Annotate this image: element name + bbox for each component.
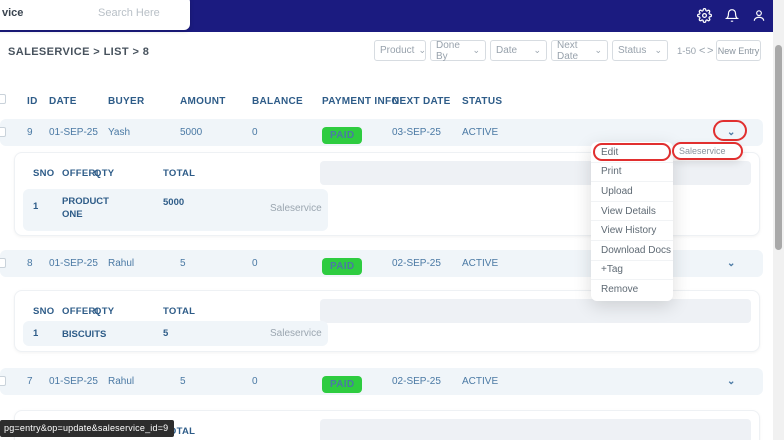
sub-col-qty: QTY	[94, 306, 115, 317]
menu-item-remove[interactable]: Remove	[591, 280, 673, 300]
col-header-balance: BALANCE	[252, 96, 303, 107]
status-badge: PAID	[322, 258, 363, 275]
filter-status-select[interactable]: Status ⌄	[612, 40, 668, 61]
cell-amount: 5000	[180, 127, 203, 138]
search-bar[interactable]: vice Search Here	[0, 0, 190, 30]
sub-cell-sno: 1	[33, 201, 39, 212]
menu-item-view-details[interactable]: View Details	[591, 202, 673, 222]
scrollbar-thumb[interactable]	[775, 45, 782, 250]
cell-id: 7	[27, 376, 33, 387]
cell-date: 01-SEP-25	[49, 258, 98, 269]
sub-col-sno: SNO	[33, 168, 55, 179]
status-badge: PAID	[322, 127, 363, 144]
col-header-status: STATUS	[462, 96, 503, 107]
pagination-next-icon[interactable]: >	[707, 45, 713, 57]
sub-table-row: 1 BISCUITS 5 Saleservice	[23, 321, 328, 346]
annotation-oval-chevron	[713, 120, 747, 141]
cell-date: 01-SEP-25	[49, 127, 98, 138]
pagination-range: 1-50	[677, 46, 697, 57]
subtable-header-band	[320, 161, 751, 185]
cell-amount: 5	[180, 258, 186, 269]
cell-id: 8	[27, 258, 33, 269]
cell-next-date: 02-SEP-25	[392, 258, 441, 269]
sub-cell-offeri: PRODUCT ONE	[62, 196, 109, 220]
filter-date-select[interactable]: Date ⌄	[490, 40, 547, 61]
menu-item-print[interactable]: Print	[591, 163, 673, 183]
cell-buyer: Rahul	[108, 376, 135, 387]
filter-nextdate-label: Next Date	[557, 39, 579, 62]
pagination-prev-icon[interactable]: <	[699, 45, 705, 57]
sub-col-sno: SNO	[33, 306, 55, 317]
cell-balance: 0	[252, 376, 258, 387]
sub-col-qty: QTY	[94, 168, 115, 179]
sub-table-row: 1 PRODUCT ONE 5000 Saleservice	[23, 189, 328, 231]
row-checkbox[interactable]	[0, 376, 6, 386]
subtable-header-band	[320, 419, 751, 440]
filter-product-select[interactable]: Product ⌄	[374, 40, 426, 61]
sub-cell-total: 5000	[163, 197, 185, 208]
cell-amount: 5	[180, 376, 186, 387]
filter-status-label: Status	[618, 45, 647, 56]
row-expand-chevron-down-icon[interactable]: ⌄	[727, 258, 735, 269]
chevron-down-icon: ⌄	[533, 45, 541, 55]
row-expand-chevron-down-icon[interactable]: ⌄	[727, 376, 735, 387]
row-context-menu: Edit Print Upload View Details View Hist…	[591, 142, 673, 301]
status-bar-url: pg=entry&op=update&saleservice_id=9	[0, 420, 175, 437]
cell-next-date: 03-SEP-25	[392, 127, 441, 138]
filter-doneby-select[interactable]: Done By ⌄	[430, 39, 486, 62]
select-all-checkbox[interactable]	[0, 94, 6, 104]
col-header-id: ID	[27, 96, 38, 107]
sub-cell-done-by: Saleservice	[270, 203, 322, 214]
cell-status: ACTIVE	[462, 376, 499, 387]
menu-item-download-docs[interactable]: Download Docs	[591, 241, 673, 261]
row-checkbox[interactable]	[0, 258, 6, 268]
annotation-oval-edit	[593, 143, 671, 161]
table-row[interactable]: 7 01-SEP-25 Rahul 5 0 PAID 02-SEP-25 ACT…	[0, 368, 763, 395]
chevron-down-icon: ⌄	[594, 45, 602, 55]
col-header-next-date: NEXT DATE	[392, 96, 451, 107]
breadcrumb: SALESERVICE > LIST > 8	[8, 46, 150, 58]
notifications-bell-icon[interactable]	[725, 8, 739, 23]
new-entry-button[interactable]: New Entry	[716, 40, 761, 61]
cell-id: 9	[27, 127, 33, 138]
cell-buyer: Yash	[108, 127, 131, 138]
search-input[interactable]: Search Here	[98, 7, 160, 19]
annotation-chip: Saleservice	[672, 142, 743, 160]
filter-doneby-label: Done By	[436, 39, 460, 62]
cell-status: ACTIVE	[462, 258, 499, 269]
status-badge: PAID	[322, 376, 363, 393]
brand-text-fragment: vice	[2, 7, 24, 19]
chevron-down-icon: ⌄	[654, 45, 662, 55]
filter-date-label: Date	[496, 45, 518, 56]
sub-cell-offeri: BISCUITS	[62, 329, 107, 340]
col-header-payment-info: PAYMENT INFO	[322, 96, 400, 107]
sub-col-total: TOTAL	[163, 306, 196, 317]
menu-item-upload[interactable]: Upload	[591, 182, 673, 202]
col-header-buyer: BUYER	[108, 96, 145, 107]
col-header-amount: AMOUNT	[180, 96, 226, 107]
sub-cell-total: 5	[163, 328, 169, 339]
sub-col-total: TOTAL	[163, 168, 196, 179]
scrollbar-track[interactable]	[773, 0, 784, 440]
filter-nextdate-select[interactable]: Next Date ⌄	[551, 39, 608, 62]
filter-product-label: Product	[380, 45, 415, 56]
sub-cell-sno: 1	[33, 328, 39, 339]
cell-status: ACTIVE	[462, 127, 499, 138]
row-checkbox[interactable]	[0, 127, 6, 137]
chevron-down-icon: ⌄	[418, 45, 427, 55]
sub-cell-done-by: Saleservice	[270, 328, 322, 339]
app-window: vice Search Here SALESERVICE > LIST > 8 …	[0, 0, 784, 440]
cell-buyer: Rahul	[108, 258, 135, 269]
col-header-date: DATE	[49, 96, 77, 107]
subtable-header-band	[320, 299, 751, 323]
user-profile-icon[interactable]	[752, 8, 766, 23]
cell-next-date: 02-SEP-25	[392, 376, 441, 387]
cell-balance: 0	[252, 127, 258, 138]
cell-date: 01-SEP-25	[49, 376, 98, 387]
settings-gear-icon[interactable]	[697, 8, 712, 23]
cell-balance: 0	[252, 258, 258, 269]
menu-item-view-history[interactable]: View History	[591, 221, 673, 241]
menu-item-tag[interactable]: +Tag	[591, 261, 673, 281]
chevron-down-icon: ⌄	[472, 45, 480, 55]
